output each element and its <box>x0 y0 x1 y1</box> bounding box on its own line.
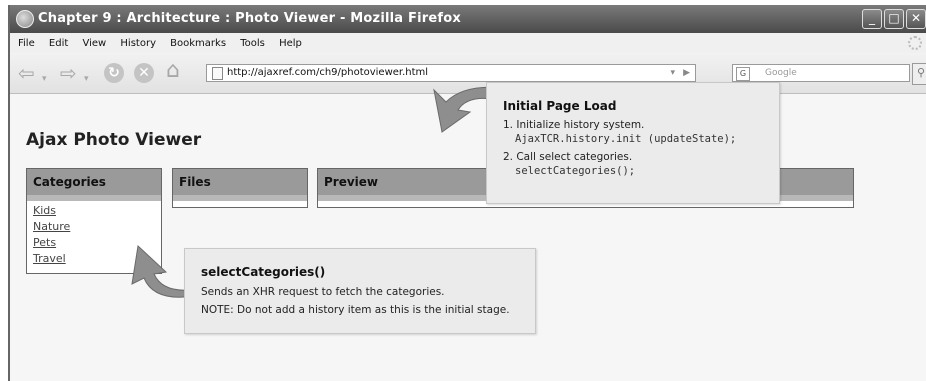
initial-load-step2-code: selectCategories(); <box>515 165 636 177</box>
menu-help[interactable]: Help <box>279 38 302 49</box>
search-box[interactable]: G Google <box>732 64 910 82</box>
search-icon[interactable]: ⚲ <box>912 63 926 85</box>
back-icon[interactable]: ⇦ <box>18 63 35 83</box>
browser-window: Chapter 9 : Architecture : Photo Viewer … <box>8 5 926 381</box>
category-link-nature[interactable]: Nature <box>33 219 155 235</box>
menu-bar: File Edit View History Bookmarks Tools H… <box>10 33 926 53</box>
title-bar: Chapter 9 : Architecture : Photo Viewer … <box>10 5 926 33</box>
files-panel: Files <box>172 168 308 208</box>
initial-load-step2: 2. Call select categories. <box>503 151 633 163</box>
stop-icon[interactable]: ✕ <box>134 63 154 83</box>
initial-load-step1-code: AjaxTCR.history.init (updateState); <box>515 133 737 145</box>
select-categories-callout: selectCategories() Sends an XHR request … <box>184 248 536 334</box>
menu-view[interactable]: View <box>82 38 106 49</box>
maximize-button[interactable]: □ <box>884 9 904 29</box>
menu-tools[interactable]: Tools <box>240 38 265 49</box>
back-dropdown-icon[interactable]: ▾ <box>42 69 47 89</box>
window-controls: _ □ ✕ <box>860 9 926 29</box>
menu-file[interactable]: File <box>18 38 35 49</box>
page-content: Ajax Photo Viewer Categories Kids Nature… <box>10 82 926 381</box>
close-button[interactable]: ✕ <box>906 9 926 29</box>
category-link-kids[interactable]: Kids <box>33 203 155 219</box>
search-engine-icon[interactable]: G <box>736 67 750 81</box>
throbber-icon <box>908 36 922 50</box>
menu-history[interactable]: History <box>120 38 156 49</box>
select-categories-line1: Sends an XHR request to fetch the catego… <box>201 286 445 298</box>
initial-load-callout: Initial Page Load 1. Initialize history … <box>486 82 780 204</box>
forward-dropdown-icon[interactable]: ▾ <box>84 69 89 89</box>
categories-header: Categories <box>27 169 161 201</box>
firefox-icon <box>16 10 34 28</box>
menu-bookmarks[interactable]: Bookmarks <box>170 38 226 49</box>
reload-icon[interactable]: ↻ <box>104 63 124 83</box>
address-text[interactable]: http://ajaxref.com/ch9/photoviewer.html <box>227 65 428 81</box>
home-icon[interactable]: ⌂ <box>166 60 180 82</box>
select-categories-line2: NOTE: Do not add a history item as this … <box>201 304 510 316</box>
initial-load-step1: 1. Initialize history system. <box>503 119 645 131</box>
minimize-button[interactable]: _ <box>862 9 882 29</box>
search-placeholder: Google <box>765 68 797 78</box>
address-dropdown-icon[interactable]: ▾ <box>670 65 675 81</box>
menu-edit[interactable]: Edit <box>49 38 68 49</box>
app-title: Ajax Photo Viewer <box>26 130 202 150</box>
page-icon <box>212 67 223 80</box>
files-header: Files <box>173 169 307 201</box>
window-title: Chapter 9 : Architecture : Photo Viewer … <box>38 11 461 26</box>
go-icon[interactable]: ▶ <box>683 65 690 81</box>
select-categories-title: selectCategories() <box>201 265 326 279</box>
forward-icon[interactable]: ⇨ <box>60 63 77 83</box>
initial-load-title: Initial Page Load <box>503 99 617 113</box>
